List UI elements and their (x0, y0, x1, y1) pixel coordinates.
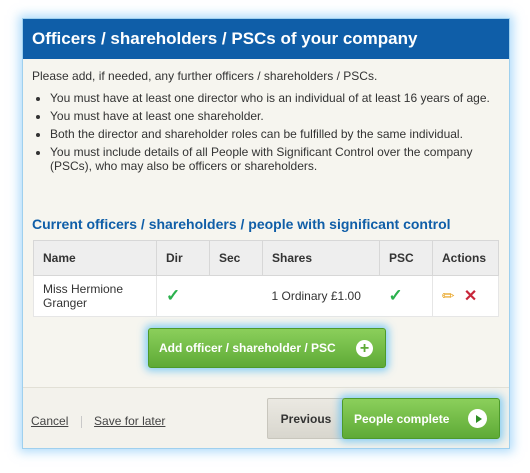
officers-table: Name Dir Sec Shares PSC Actions Miss Her… (33, 240, 499, 317)
psc-cell: ✓ (379, 275, 433, 317)
arrow-right-circle-icon (468, 409, 487, 428)
people-complete-label: People complete (354, 411, 450, 426)
officers-heading: Current officers / shareholders / people… (32, 216, 451, 232)
panel-title: Officers / shareholders / PSCs of your c… (23, 19, 509, 59)
requirement-item: You must have at least one director who … (50, 91, 502, 105)
sec-cell (209, 275, 263, 317)
previous-button[interactable]: Previous (267, 398, 345, 439)
table-row: Miss Hermione Granger ✓ 1 Ordinary £1.00… (33, 275, 499, 317)
check-icon: ✓ (388, 286, 403, 305)
requirement-item: You must have at least one shareholder. (50, 109, 502, 123)
intro-text: Please add, if needed, any further offic… (32, 69, 378, 83)
officers-panel: Officers / shareholders / PSCs of your c… (22, 18, 510, 449)
dir-cell: ✓ (156, 275, 210, 317)
add-officer-label: Add officer / shareholder / PSC (159, 341, 336, 355)
cancel-link[interactable]: Cancel (31, 414, 68, 428)
table-header-row: Name Dir Sec Shares PSC Actions (33, 240, 499, 276)
requirement-item: Both the director and shareholder roles … (50, 127, 502, 141)
column-header-dir: Dir (156, 240, 210, 276)
check-icon: ✓ (166, 286, 181, 305)
column-header-sec: Sec (209, 240, 263, 276)
column-header-psc: PSC (379, 240, 433, 276)
footer-links: Cancel Save for later (31, 414, 165, 428)
requirements-list: You must have at least one director who … (32, 91, 502, 173)
actions-cell: ✏ ✕ (432, 275, 499, 317)
close-icon[interactable]: ✕ (464, 288, 477, 305)
intro-section: Please add, if needed, any further offic… (32, 69, 502, 177)
footer-bar: Cancel Save for later Previous People co… (23, 387, 509, 448)
column-header-shares: Shares (262, 240, 380, 276)
plus-circle-icon: + (356, 340, 373, 357)
save-for-later-link[interactable]: Save for later (94, 414, 165, 428)
requirement-item: You must include details of all People w… (50, 145, 502, 173)
pencil-icon[interactable]: ✏ (442, 288, 455, 305)
officer-shares: 1 Ordinary £1.00 (262, 275, 380, 317)
link-divider (80, 415, 82, 428)
officer-name: Miss Hermione Granger (33, 275, 157, 317)
column-header-actions: Actions (432, 240, 499, 276)
column-header-name: Name (33, 240, 157, 276)
people-complete-button[interactable]: People complete (342, 398, 500, 439)
add-officer-button[interactable]: Add officer / shareholder / PSC + (148, 328, 386, 368)
